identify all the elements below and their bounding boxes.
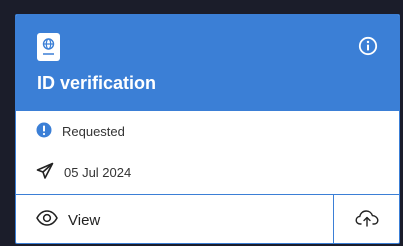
info-filled-icon xyxy=(36,122,52,141)
info-icon[interactable] xyxy=(358,36,378,56)
sent-date-row: 05 Jul 2024 xyxy=(36,162,131,183)
upload-button[interactable] xyxy=(334,195,399,243)
eye-icon xyxy=(36,210,58,230)
view-button[interactable]: View xyxy=(16,195,334,243)
status-row: Requested xyxy=(36,122,125,141)
card-title: ID verification xyxy=(37,73,157,93)
card-header: ID verification xyxy=(16,15,399,111)
status-label: Requested xyxy=(62,124,125,139)
paper-plane-icon xyxy=(36,162,54,183)
card-footer: View xyxy=(16,194,399,243)
cloud-upload-icon xyxy=(354,209,379,232)
id-verification-card: ID verification Requested 05 Jul 2024 Vi… xyxy=(15,14,400,244)
passport-icon xyxy=(37,33,60,61)
sent-date: 05 Jul 2024 xyxy=(64,165,132,180)
view-label: View xyxy=(68,211,101,229)
